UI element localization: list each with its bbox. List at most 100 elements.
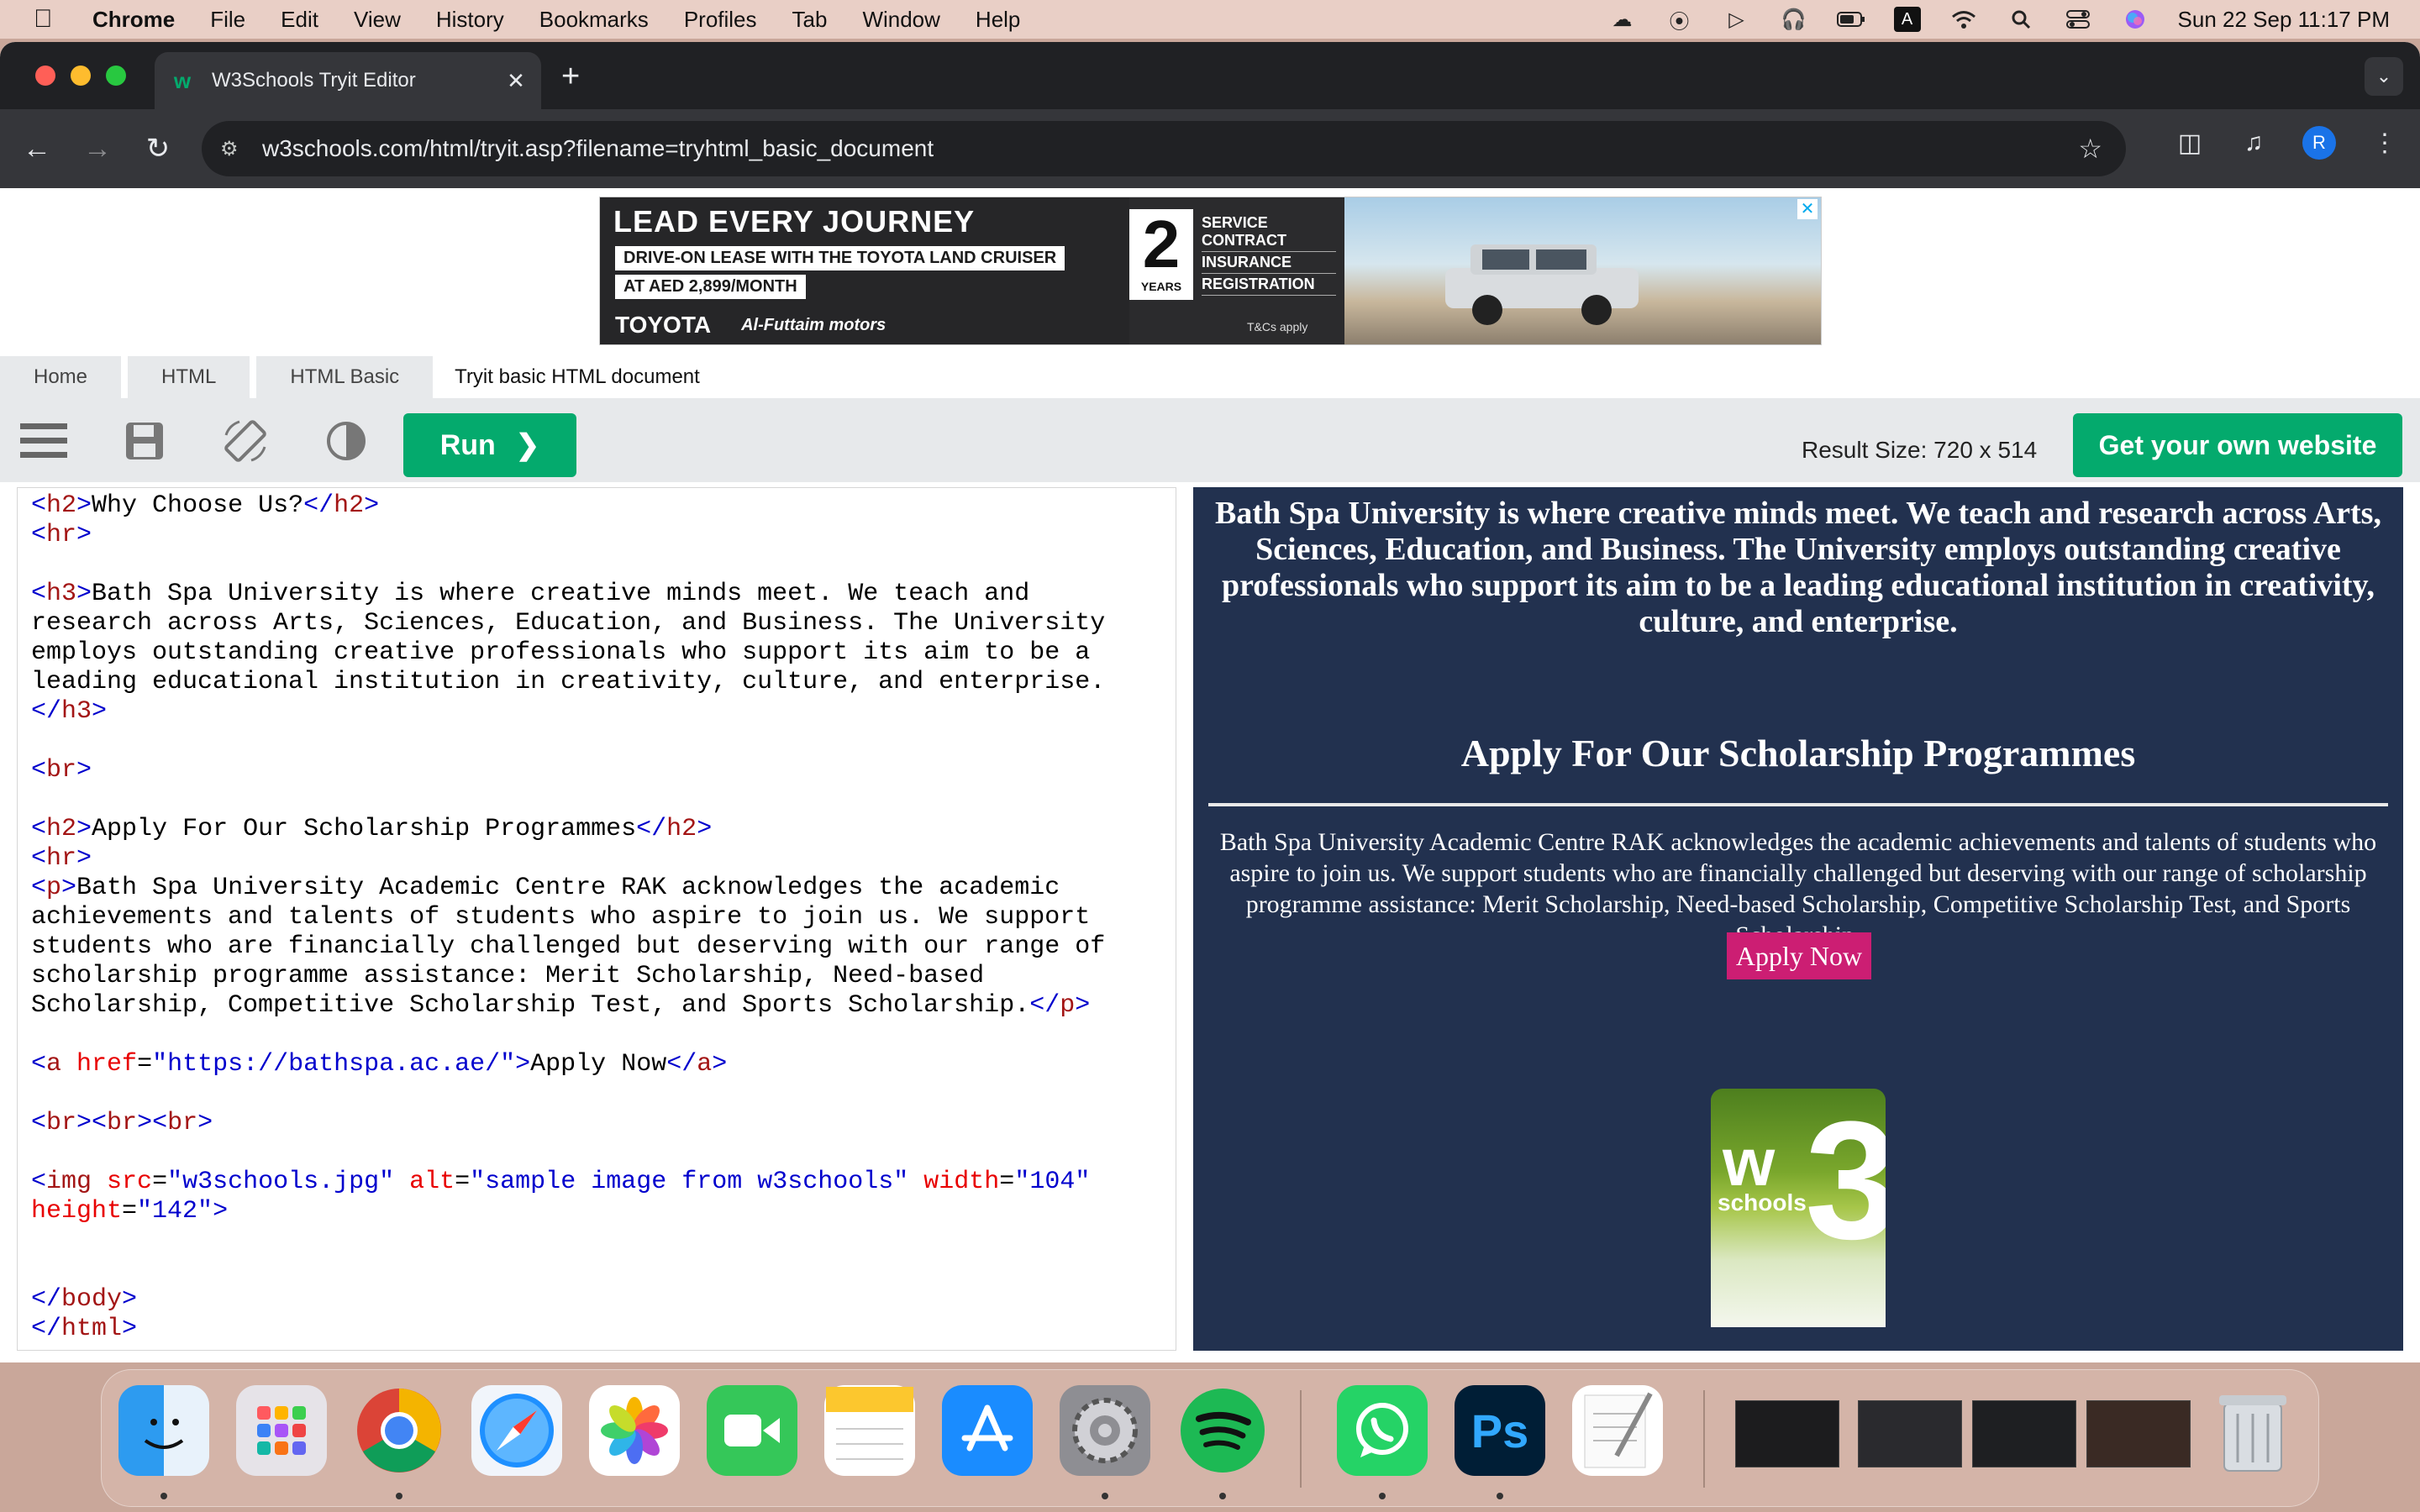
code-text: employs outstanding creative professiona… xyxy=(31,638,1091,667)
macos-dock: Ps xyxy=(101,1369,2319,1507)
minimized-window-thumbnail[interactable] xyxy=(1972,1400,2076,1467)
w3schools-sample-image: w 3 schools xyxy=(1711,1089,1886,1327)
menu-profiles[interactable]: Profiles xyxy=(684,7,757,33)
control-center-icon[interactable] xyxy=(2064,7,2092,32)
browser-toolbar: ← → ↻ ⚙ w3schools.com/html/tryit.asp?fil… xyxy=(0,109,2420,188)
ad-perk: SERVICE CONTRACT xyxy=(1202,213,1336,252)
safari-icon[interactable] xyxy=(471,1385,562,1476)
ad-years-badge: 2 YEARS xyxy=(1129,209,1193,300)
creative-cloud-icon[interactable]: ☁ xyxy=(1608,7,1637,32)
dark-mode-toggle-icon[interactable] xyxy=(321,420,371,462)
launchpad-icon[interactable] xyxy=(236,1385,327,1476)
menu-app-name[interactable]: Chrome xyxy=(92,7,175,33)
input-source-indicator[interactable]: A xyxy=(1893,7,1921,32)
minimized-window-thumbnail[interactable] xyxy=(2086,1400,2191,1467)
address-url[interactable]: w3schools.com/html/tryit.asp?filename=tr… xyxy=(262,135,934,162)
textedit-icon[interactable] xyxy=(1572,1385,1663,1476)
spotify-icon[interactable] xyxy=(1177,1385,1268,1476)
get-own-website-button[interactable]: Get your own website xyxy=(2073,413,2402,477)
close-window-button[interactable] xyxy=(35,66,55,86)
save-icon[interactable] xyxy=(119,420,170,462)
menu-edit[interactable]: Edit xyxy=(281,7,318,33)
finder-icon[interactable] xyxy=(118,1385,209,1476)
breadcrumb-home[interactable]: Home xyxy=(0,356,122,398)
new-tab-icon[interactable]: + xyxy=(561,59,580,95)
app-store-icon[interactable] xyxy=(942,1385,1033,1476)
hamburger-menu-icon[interactable] xyxy=(18,420,69,462)
run-button[interactable]: Run ❯ xyxy=(403,413,576,477)
ad-perk: INSURANCE xyxy=(1202,252,1336,274)
trash-icon[interactable] xyxy=(2207,1385,2298,1476)
bookmark-star-icon[interactable]: ☆ xyxy=(2078,133,2102,165)
menu-window[interactable]: Window xyxy=(862,7,939,33)
system-settings-icon[interactable] xyxy=(1060,1385,1150,1476)
apply-now-link[interactable]: Apply Now xyxy=(1727,932,1871,979)
menu-history[interactable]: History xyxy=(436,7,504,33)
ad-price-line: AT AED 2,899/MONTH xyxy=(615,275,806,299)
menu-bar:  Chrome File Edit View History Bookmark… xyxy=(0,0,2420,39)
w3schools-favicon-icon: w xyxy=(173,67,192,93)
menu-view[interactable]: View xyxy=(354,7,401,33)
breadcrumb-html-basic[interactable]: HTML Basic xyxy=(256,356,434,398)
play-icon[interactable]: ▷ xyxy=(1723,7,1751,32)
ad-close-icon[interactable]: ✕ xyxy=(1797,199,1818,219)
tab-strip: w W3Schools Tryit Editor ✕ + ⌄ xyxy=(0,42,2420,109)
forward-arrow-icon[interactable]: → xyxy=(74,125,121,172)
reload-icon[interactable]: ↻ xyxy=(134,125,182,172)
code-text: research across Arts, Sciences, Educatio… xyxy=(31,609,1106,638)
minimized-window-thumbnail[interactable] xyxy=(1858,1400,1962,1467)
code-height-value: "142" xyxy=(137,1197,213,1226)
profile-avatar[interactable]: R xyxy=(2302,126,2336,160)
menu-file[interactable]: File xyxy=(210,7,245,33)
result-size-label: Result Size: 720 x 514 xyxy=(1802,437,2038,463)
zoom-window-button[interactable] xyxy=(106,66,126,86)
close-tab-icon[interactable]: ✕ xyxy=(499,68,533,94)
advertisement-banner[interactable]: LEAD EVERY JOURNEY DRIVE-ON LEASE WITH T… xyxy=(599,197,1822,345)
airdrop-icon[interactable]: ⦿ xyxy=(1665,7,1694,34)
menu-bookmarks[interactable]: Bookmarks xyxy=(539,7,649,33)
code-text: students who are financially challenged … xyxy=(31,932,1106,961)
facetime-icon[interactable] xyxy=(707,1385,797,1476)
al-futtaim-logo: Al-Futtaim motors xyxy=(741,315,886,334)
code-editor[interactable]: <h2>Why Choose Us?</h2> <hr> <h3>Bath Sp… xyxy=(17,487,1176,1351)
window-controls xyxy=(35,66,126,86)
breadcrumb-html[interactable]: HTML xyxy=(128,356,250,398)
breadcrumb-current: Tryit basic HTML document xyxy=(439,356,734,398)
car-image-icon xyxy=(1445,244,1639,325)
photos-icon[interactable] xyxy=(589,1385,680,1476)
extensions-puzzle-icon[interactable]: ◫ xyxy=(2175,129,2205,158)
browser-tab[interactable]: w W3Schools Tryit Editor ✕ xyxy=(155,52,541,109)
spotlight-search-icon[interactable] xyxy=(2007,7,2035,32)
ad-perks-list: SERVICE CONTRACT INSURANCE REGISTRATION xyxy=(1202,213,1336,296)
battery-icon[interactable] xyxy=(1836,7,1865,32)
media-controls-icon[interactable]: ♫ xyxy=(2238,129,2269,157)
ad-brand-row: TOYOTA Al-Futtaim motors xyxy=(615,312,886,339)
tab-search-chevron-icon[interactable]: ⌄ xyxy=(2365,57,2403,96)
tab-title: W3Schools Tryit Editor xyxy=(212,69,416,92)
code-text: Bath Spa University is where creative mi… xyxy=(92,580,1030,608)
rotate-orientation-icon[interactable] xyxy=(220,420,271,462)
whatsapp-icon[interactable] xyxy=(1337,1385,1428,1476)
menubar-clock[interactable]: Sun 22 Sep 11:17 PM xyxy=(2178,7,2390,33)
breadcrumb: Home HTML HTML Basic Tryit basic HTML do… xyxy=(0,356,2420,398)
apple-menu-icon[interactable]:  xyxy=(34,5,67,34)
headphones-icon[interactable]: 🎧 xyxy=(1780,7,1808,32)
running-indicator xyxy=(1219,1493,1226,1499)
menu-tab[interactable]: Tab xyxy=(792,7,828,33)
chrome-icon[interactable] xyxy=(354,1385,445,1476)
siri-icon[interactable] xyxy=(2121,7,2149,32)
run-button-label: Run xyxy=(439,428,496,461)
minimize-window-button[interactable] xyxy=(71,66,91,86)
ad-years-label: YEARS xyxy=(1140,280,1182,293)
photoshop-icon[interactable]: Ps xyxy=(1455,1385,1545,1476)
menu-help[interactable]: Help xyxy=(976,7,1020,33)
minimized-window-thumbnail[interactable] xyxy=(1735,1400,1839,1467)
wifi-icon[interactable] xyxy=(1949,7,1978,32)
ad-years-number: 2 xyxy=(1142,207,1181,281)
code-text: Why Choose Us? xyxy=(92,491,304,520)
notes-icon[interactable] xyxy=(824,1385,915,1476)
more-menu-icon[interactable]: ⋮ xyxy=(2370,129,2400,158)
site-info-icon[interactable]: ⚙ xyxy=(220,137,250,161)
back-arrow-icon[interactable]: ← xyxy=(13,125,60,172)
address-bar[interactable]: ⚙ w3schools.com/html/tryit.asp?filename=… xyxy=(202,121,2126,176)
